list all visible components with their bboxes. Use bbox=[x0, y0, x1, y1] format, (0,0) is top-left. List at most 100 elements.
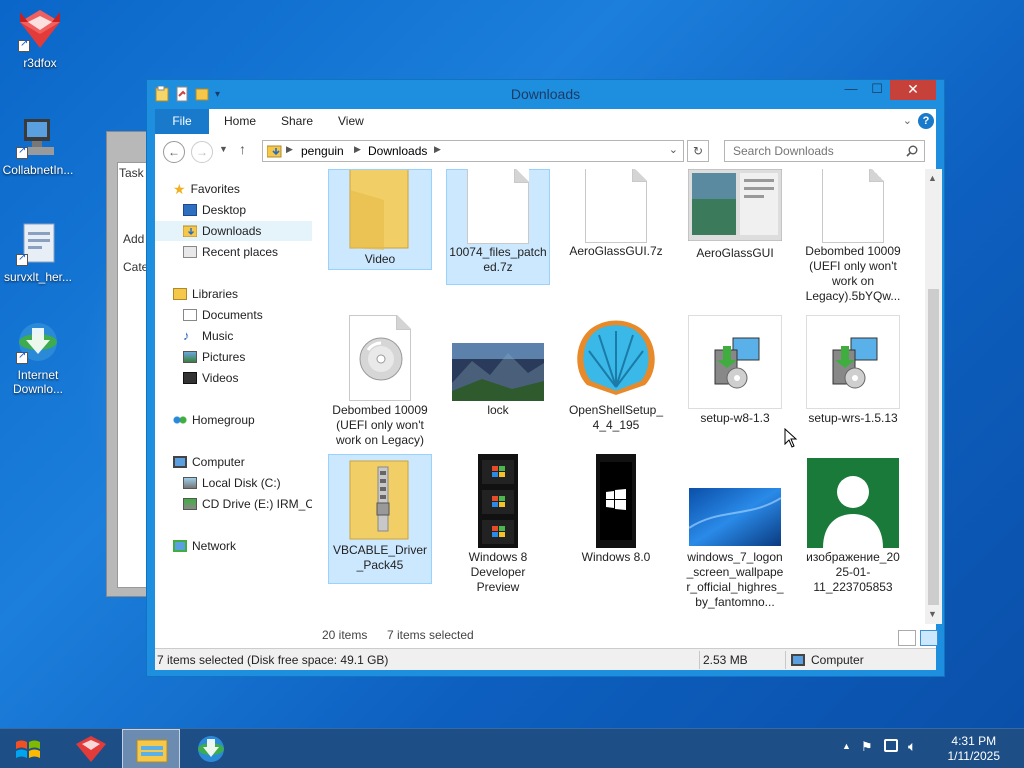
help-icon[interactable]: ? bbox=[918, 113, 934, 129]
nav-music[interactable]: ♪ Music bbox=[183, 326, 233, 346]
status-size: 2.53 MB bbox=[703, 653, 748, 667]
file-item-10074-files-patched[interactable]: 10074_files_patched.7z bbox=[446, 169, 550, 285]
file-item-setup-wrs[interactable]: setup-wrs-1.5.13 bbox=[801, 315, 905, 429]
idm-icon bbox=[14, 320, 62, 364]
nav-videos[interactable]: Videos bbox=[183, 368, 238, 388]
image-thumbnail-icon bbox=[807, 454, 899, 548]
title-bar[interactable]: ▾ Downloads — ☐ ✕ bbox=[147, 80, 944, 109]
cd-drive-icon bbox=[183, 498, 197, 510]
nav-libraries[interactable]: Libraries bbox=[173, 284, 238, 304]
forward-button[interactable]: → bbox=[191, 141, 213, 163]
nav-computer[interactable]: Computer bbox=[173, 452, 245, 472]
installer-icon bbox=[688, 315, 782, 409]
file-item-aeroglassgui-7z[interactable]: AeroGlassGUI.7z bbox=[564, 169, 668, 262]
breadcrumb-penguin[interactable]: penguin bbox=[301, 144, 344, 158]
background-window-text: Add bbox=[123, 232, 145, 246]
tab-file[interactable]: File bbox=[155, 109, 209, 134]
expand-ribbon-icon[interactable]: ⌄ bbox=[903, 114, 912, 127]
selected-count: 7 items selected bbox=[387, 628, 474, 642]
address-bar[interactable]: ▶ penguin ▶ Downloads ▶ ⌄ bbox=[262, 140, 684, 162]
explorer-window[interactable]: ▾ Downloads — ☐ ✕ File Home Share View ⌄… bbox=[146, 79, 945, 677]
item-count: 20 items bbox=[322, 628, 368, 642]
videos-icon bbox=[183, 372, 197, 384]
clock-date: 1/11/2025 bbox=[947, 749, 1001, 763]
file-item-openshellsetup[interactable]: OpenShellSetup_4_4_195 bbox=[564, 315, 668, 436]
address-row: ← → ▼ ↑ ▶ penguin ▶ Downloads ▶ ⌄ ↻ bbox=[155, 134, 936, 169]
clock[interactable]: 4:31 PM 1/11/2025 bbox=[948, 734, 1001, 764]
volume-icon[interactable]: 🔈︎ bbox=[908, 738, 916, 755]
nav-cd-drive[interactable]: CD Drive (E:) IRM_CE bbox=[183, 494, 312, 514]
nav-homegroup[interactable]: Homegroup bbox=[173, 410, 255, 430]
breadcrumb-separator: ▶ bbox=[354, 144, 361, 154]
nav-downloads[interactable]: Downloads bbox=[155, 221, 312, 241]
file-list: Video 10074_files_patched.7z AeroGlassGU… bbox=[312, 169, 942, 648]
search-icon[interactable] bbox=[906, 145, 918, 157]
file-item-windows7-logon-wallpaper[interactable]: windows_7_logon_screen_wallpaper_officia… bbox=[683, 454, 787, 613]
tab-view[interactable]: View bbox=[338, 109, 364, 134]
desktop-icon-r3dfox[interactable]: r3dfox bbox=[2, 8, 78, 70]
file-item-aeroglassgui[interactable]: AeroGlassGUI bbox=[683, 169, 787, 264]
taskbar-file-explorer[interactable] bbox=[122, 729, 180, 768]
content-area: ★ Favorites Desktop Downloads Recent pla… bbox=[155, 169, 942, 648]
maximize-button[interactable]: ☐ bbox=[864, 80, 890, 100]
desktop-icon-label: r3dfox bbox=[23, 56, 57, 70]
taskbar-internet-download-manager[interactable] bbox=[182, 729, 240, 768]
file-item-vbcable[interactable]: VBCABLE_Driver_Pack45 bbox=[328, 454, 432, 584]
nav-local-disk[interactable]: Local Disk (C:) bbox=[183, 473, 281, 493]
installer-icon bbox=[806, 315, 900, 409]
file-item-lock[interactable]: lock bbox=[446, 315, 550, 421]
recent-locations-icon[interactable]: ▼ bbox=[219, 144, 228, 154]
status-divider bbox=[699, 651, 700, 669]
downloads-folder-icon bbox=[183, 225, 197, 237]
recent-places-icon bbox=[183, 246, 197, 258]
image-thumbnail-icon bbox=[451, 315, 545, 401]
network-icon[interactable] bbox=[884, 739, 898, 752]
r3dfox-icon bbox=[16, 8, 64, 52]
nav-desktop[interactable]: Desktop bbox=[183, 200, 246, 220]
details-view-icon[interactable] bbox=[898, 630, 916, 646]
minimize-button[interactable]: — bbox=[838, 80, 864, 100]
file-item-windows8-dev-preview[interactable]: Windows 8 Developer Preview bbox=[446, 454, 550, 598]
tab-share[interactable]: Share bbox=[281, 109, 313, 134]
tab-home[interactable]: Home bbox=[224, 109, 256, 134]
archive-file-icon bbox=[585, 169, 647, 243]
generic-file-icon bbox=[822, 169, 884, 243]
file-item-debombed-5byqw[interactable]: Debombed 10009 (UEFI only won't work on … bbox=[801, 169, 905, 307]
vertical-scrollbar[interactable]: ▲ ▼ bbox=[925, 169, 942, 624]
computer-icon bbox=[173, 456, 187, 468]
desktop-icon-collabnet[interactable]: CollabnetIn... bbox=[0, 115, 76, 177]
close-button[interactable]: ✕ bbox=[890, 80, 936, 100]
file-item-video[interactable]: Video bbox=[328, 169, 432, 270]
scroll-up-icon[interactable]: ▲ bbox=[928, 173, 937, 183]
taskbar-r3dfox[interactable] bbox=[62, 729, 120, 768]
search-input[interactable] bbox=[725, 141, 895, 161]
search-box[interactable] bbox=[724, 140, 925, 162]
scroll-down-icon[interactable]: ▼ bbox=[928, 609, 937, 619]
nav-documents[interactable]: Documents bbox=[183, 305, 263, 325]
nav-pictures[interactable]: Pictures bbox=[183, 347, 245, 367]
nav-favorites[interactable]: ★ Favorites bbox=[173, 179, 240, 199]
nav-recent-places[interactable]: Recent places bbox=[183, 242, 278, 262]
refresh-button[interactable]: ↻ bbox=[687, 140, 709, 162]
navigation-pane: ★ Favorites Desktop Downloads Recent pla… bbox=[155, 169, 312, 648]
file-item-izobrazhenie[interactable]: изображение_2025-01-11_223705853 bbox=[801, 454, 905, 598]
file-item-windows-8-0[interactable]: Windows 8.0 bbox=[564, 454, 668, 568]
file-item-debombed-iso[interactable]: Debombed 10009 (UEFI only won't work on … bbox=[328, 315, 432, 451]
start-button[interactable] bbox=[0, 729, 58, 768]
large-icons-view-icon[interactable] bbox=[920, 630, 938, 646]
breadcrumb-downloads[interactable]: Downloads bbox=[368, 144, 427, 158]
libraries-icon bbox=[173, 288, 187, 300]
file-item-setup-w8[interactable]: setup-w8-1.3 bbox=[683, 315, 787, 429]
desktop-icon-internet-download[interactable]: Internet Downlo... bbox=[0, 320, 76, 396]
scrollbar-thumb[interactable] bbox=[928, 289, 939, 605]
address-dropdown-icon[interactable]: ⌄ bbox=[669, 143, 678, 156]
back-button[interactable]: ← bbox=[163, 141, 185, 163]
nav-network[interactable]: Network bbox=[173, 536, 236, 556]
window-title: Downloads bbox=[510, 86, 581, 102]
documents-icon bbox=[183, 309, 197, 321]
video-thumbnail-icon bbox=[596, 454, 636, 548]
desktop-icon-survxlt[interactable]: survxlt_her... bbox=[0, 222, 76, 284]
up-button[interactable]: ↑ bbox=[239, 141, 246, 157]
action-center-flag-icon[interactable]: ⚑ bbox=[861, 739, 873, 755]
show-hidden-icons-icon[interactable]: ▲ bbox=[842, 741, 851, 751]
